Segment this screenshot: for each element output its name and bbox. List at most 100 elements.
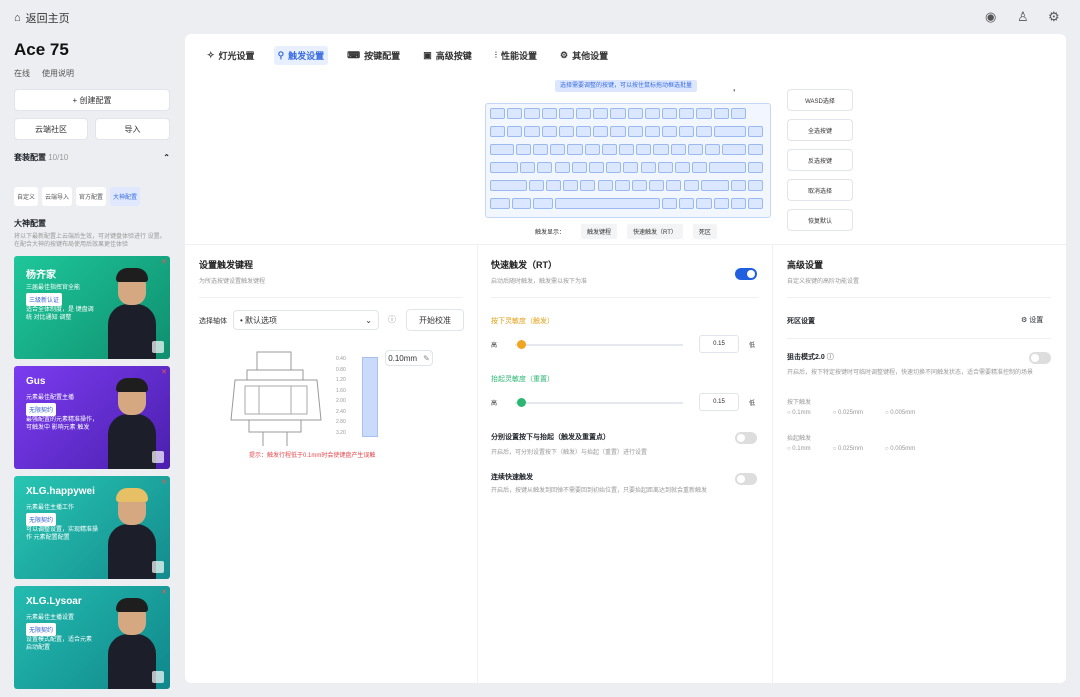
rt-toggle[interactable] (735, 268, 757, 280)
key[interactable] (683, 180, 699, 191)
key[interactable] (627, 126, 643, 137)
key[interactable] (601, 144, 617, 155)
key[interactable] (541, 108, 557, 119)
key[interactable] (709, 162, 746, 173)
switch-select[interactable]: • 默认选项 ⌄ (233, 310, 379, 330)
tab-other[interactable]: ⚙ 其他设置 (556, 46, 612, 65)
key[interactable] (713, 198, 729, 209)
key[interactable] (490, 144, 514, 155)
release-slider[interactable] (515, 398, 683, 407)
key[interactable] (576, 126, 592, 137)
key[interactable] (636, 144, 652, 155)
cloud-community-button[interactable]: 云端社区 (14, 118, 88, 140)
legend-deadzone[interactable]: 死区 (692, 224, 717, 239)
key[interactable] (713, 108, 729, 119)
select-all-button[interactable]: 全选按键 (787, 119, 853, 141)
key[interactable] (554, 198, 660, 209)
key[interactable] (662, 126, 678, 137)
tab-custom[interactable]: 自定义 (14, 187, 39, 206)
legend-travel[interactable]: 触发键程 (581, 224, 618, 239)
key[interactable] (558, 126, 574, 137)
key[interactable] (533, 198, 553, 209)
key[interactable] (692, 162, 708, 173)
settings-icon[interactable]: ⚙ (1048, 9, 1060, 25)
key[interactable] (666, 180, 682, 191)
key[interactable] (614, 180, 630, 191)
key[interactable] (563, 180, 579, 191)
key[interactable] (696, 108, 712, 119)
key[interactable] (580, 180, 596, 191)
key[interactable] (662, 198, 678, 209)
pro-card[interactable]: XLG.happywei 元素最佳主播工作 无限契约 可以调整设置，实现精准操作 元素… (14, 475, 170, 579)
key[interactable] (597, 180, 613, 191)
key[interactable] (545, 180, 562, 191)
reset-default-button[interactable]: 恢复默认 (787, 209, 853, 231)
key[interactable] (533, 144, 549, 155)
deadzone-settings-link[interactable]: ⚙ 设置 (1021, 315, 1043, 325)
key[interactable] (713, 126, 746, 137)
key[interactable] (576, 108, 592, 119)
key[interactable] (730, 108, 746, 119)
key[interactable] (541, 126, 557, 137)
user-icon[interactable]: ◉ (985, 9, 996, 25)
key[interactable] (550, 144, 566, 155)
tab-pro[interactable]: 大神配置 (110, 187, 141, 206)
key[interactable] (657, 162, 673, 173)
key[interactable] (679, 126, 695, 137)
key[interactable] (644, 108, 660, 119)
key[interactable] (490, 180, 527, 191)
collapse-icon[interactable]: ⌃ (163, 153, 170, 162)
key[interactable] (558, 108, 574, 119)
key[interactable] (593, 108, 609, 119)
help-icon[interactable]: ⓘ (388, 314, 396, 325)
travel-value[interactable]: 0.10mm ✎ (385, 350, 433, 366)
key[interactable] (490, 198, 510, 209)
manual-link[interactable]: 使用说明 (42, 68, 74, 79)
key[interactable] (524, 108, 540, 119)
key[interactable] (511, 198, 531, 209)
key[interactable] (670, 144, 686, 155)
back-home-link[interactable]: ⌂ 返回主页 (14, 10, 70, 26)
key[interactable] (610, 126, 626, 137)
continuous-toggle[interactable] (735, 473, 757, 485)
key[interactable] (507, 108, 523, 119)
key[interactable] (606, 162, 622, 173)
key[interactable] (623, 162, 639, 173)
tab-advanced-keys[interactable]: ▣ 高级按键 (419, 46, 476, 65)
key[interactable] (748, 144, 764, 155)
key[interactable] (748, 180, 764, 191)
tab-performance[interactable]: ⫶ 性能设置 (491, 46, 541, 65)
sniper-toggle[interactable] (1029, 352, 1051, 364)
key[interactable] (588, 162, 605, 173)
tab-cloud[interactable]: 云端导入 (42, 187, 73, 206)
key[interactable] (627, 108, 643, 119)
key[interactable] (687, 144, 703, 155)
key[interactable] (748, 126, 764, 137)
tab-lighting[interactable]: ✧ 灯光设置 (203, 46, 259, 65)
key[interactable] (537, 162, 553, 173)
press-value[interactable]: 0.15 (699, 335, 739, 353)
key[interactable] (528, 180, 544, 191)
key[interactable] (653, 144, 669, 155)
key[interactable] (705, 144, 721, 155)
key[interactable] (524, 126, 540, 137)
tab-keymap[interactable]: ⌨ 按键配置 (343, 46, 404, 65)
key[interactable] (507, 126, 523, 137)
pro-card[interactable]: XLG.Lysoar 元素最佳主播设置 无限契约 设置模式配置，适合元素 启动配置 ✕ (14, 585, 170, 689)
key[interactable] (700, 180, 729, 191)
key[interactable] (554, 162, 570, 173)
travel-bar[interactable] (362, 357, 378, 437)
key[interactable] (679, 108, 695, 119)
key[interactable] (515, 144, 531, 155)
press-slider[interactable] (515, 340, 683, 349)
pro-card[interactable]: 杨齐家 三届最佳指挥官全能 三级新认证 适合全体制度，是 键盘调 统 对比通知 调整 … (14, 255, 170, 359)
import-button[interactable]: 导入 (95, 118, 170, 140)
key[interactable] (584, 144, 600, 155)
separate-toggle[interactable] (735, 432, 757, 444)
key[interactable] (696, 126, 712, 137)
key[interactable] (610, 108, 626, 119)
key[interactable] (696, 198, 712, 209)
key[interactable] (640, 162, 656, 173)
key[interactable] (748, 198, 764, 209)
key[interactable] (730, 198, 746, 209)
